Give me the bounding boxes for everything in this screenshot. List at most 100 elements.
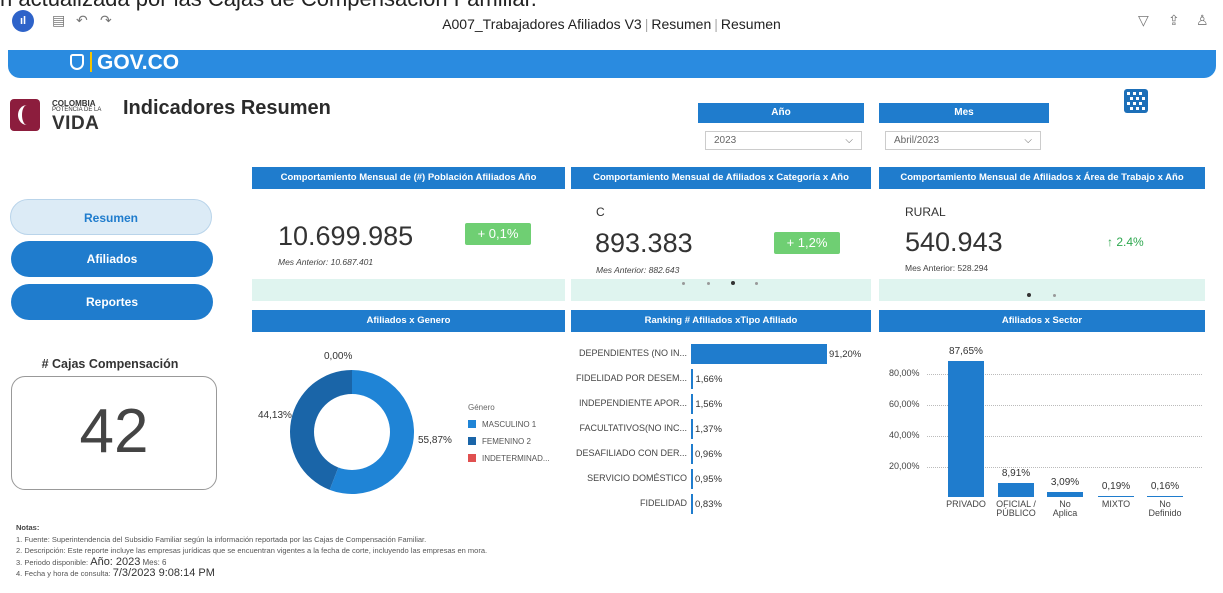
window-toolbar: ıl ▤ ↶ ↷ A007_Trabajadores Afiliados V3 |… <box>0 6 1223 42</box>
donut-label-left: 44,13% <box>258 410 292 421</box>
rank-bar[interactable] <box>691 469 693 489</box>
qr-code-icon[interactable] <box>1124 89 1148 113</box>
cajas-label: # Cajas Compensación <box>41 357 179 371</box>
genero-donut-chart[interactable] <box>290 370 414 494</box>
kpi-area-previous: Mes Anterior: 528.294 <box>905 263 989 273</box>
kpi-categoria-previous: Mes Anterior: 882.643 <box>596 265 680 275</box>
kpi-categoria-value: 893.383 <box>595 228 693 258</box>
rank-value: 0,83% <box>695 499 722 510</box>
legend-item-indeterminado[interactable]: INDETERMINAD... <box>468 454 550 463</box>
legend-item-masculino[interactable]: MASCULINO 1 <box>468 420 536 429</box>
kpi-poblacion-header: Comportamiento Mensual de (#) Población … <box>252 167 565 189</box>
note-1: 1. Fuente: Superintendencia del Subsidio… <box>16 534 427 544</box>
carousel-dot[interactable] <box>1053 294 1056 297</box>
rank-bar[interactable] <box>691 344 827 364</box>
rank-value: 1,66% <box>695 374 723 385</box>
rank-label: INDEPENDIENTE APOR... <box>578 398 687 408</box>
kpi-area-value: 540.943 <box>905 227 1003 257</box>
kpi-area-label: RURAL <box>905 205 946 219</box>
sector-bar[interactable] <box>1098 495 1134 497</box>
window-title: A007_Trabajadores Afiliados V3 | Resumen | R… <box>442 16 781 32</box>
gov-banner: GOV.CO <box>8 50 1216 78</box>
sector-bar[interactable] <box>998 483 1034 497</box>
kpi-categoria-header: Comportamiento Mensual de Afiliados x Ca… <box>571 167 871 189</box>
rank-label: DESAFILIADO CON DER... <box>575 448 687 458</box>
donut-label-right: 55,87% <box>418 435 452 446</box>
genero-legend-title: Género <box>468 403 495 412</box>
sector-category: No Aplica <box>1052 499 1078 518</box>
year-select[interactable]: 2023 ⌵ <box>705 131 862 150</box>
sector-bar[interactable] <box>948 361 984 497</box>
filter-icon[interactable]: ▽ <box>1138 12 1149 29</box>
sector-category: OFICIAL / PÚBLICO <box>996 499 1036 518</box>
nav-afiliados-button[interactable]: Afiliados <box>11 241 213 277</box>
sector-bar[interactable] <box>1147 495 1183 497</box>
rank-label: SERVICIO DOMÉSTICO <box>587 473 687 483</box>
rank-bar[interactable] <box>691 419 694 439</box>
y-tick: 20,00% <box>889 461 920 471</box>
breadcrumb-page[interactable]: Resumen <box>651 16 711 32</box>
kpi-strip <box>571 279 871 301</box>
share-icon[interactable]: ⇪ <box>1168 12 1180 29</box>
carousel-dot[interactable] <box>755 282 758 285</box>
colombia-logo-icon <box>10 99 40 131</box>
sector-value: 0,19% <box>1101 480 1131 492</box>
month-filter-label: Mes <box>879 103 1049 123</box>
note-3: 3. Periodo disponible: Año: 2023 Mes: 6 <box>16 555 167 568</box>
kpi-area-delta: ↑ 2.4% <box>1107 235 1144 249</box>
y-tick: 80,00% <box>889 368 920 378</box>
kpi-poblacion-value: 10.699.985 <box>278 221 414 251</box>
cajas-count: 42 <box>11 376 217 490</box>
nav-resumen-button[interactable]: Resumen <box>10 199 212 235</box>
rank-label: FIDELIDAD <box>639 498 687 508</box>
rank-bar[interactable] <box>691 494 693 514</box>
rank-bar[interactable] <box>691 444 693 464</box>
legend-item-femenino[interactable]: FEMENINO 2 <box>468 437 531 446</box>
sector-category: PRIVADO <box>946 499 986 509</box>
sector-header: Afiliados x Sector <box>879 310 1205 332</box>
sector-category: MIXTO <box>1101 499 1131 509</box>
rank-label: FIDELIDAD POR DESEM... <box>575 373 687 383</box>
kpi-categoria-delta: + 1,2% <box>774 232 840 254</box>
kpi-poblacion-previous: Mes Anterior: 10.687.401 <box>278 257 374 267</box>
rank-value: 1,56% <box>695 399 723 410</box>
sector-bar[interactable] <box>1047 492 1083 497</box>
rank-label: FACULTATIVOS(NO INC... <box>579 423 687 433</box>
y-tick: 40,00% <box>889 430 920 440</box>
ranking-bar-chart[interactable]: DEPENDIENTES (NO IN... 91,20% FIDELIDAD PO… <box>571 340 871 520</box>
breadcrumb-section[interactable]: Resumen <box>721 16 781 32</box>
page-title: Indicadores Resumen <box>123 97 331 119</box>
carousel-dot[interactable] <box>682 282 685 285</box>
rank-bar[interactable] <box>691 394 694 414</box>
y-tick: 60,00% <box>889 399 920 409</box>
sector-value: 0,16% <box>1150 480 1180 492</box>
month-select[interactable]: Abril/2023 ⌵ <box>885 131 1041 150</box>
notes-section: Notas: 1. Fuente: Superintendencia del S… <box>16 522 487 580</box>
rank-bar[interactable] <box>691 369 694 389</box>
legend-swatch <box>468 454 476 462</box>
chevron-down-icon: ⌵ <box>845 135 853 146</box>
brand-logo: COLOMBIA POTENCIA DE LA VIDA <box>10 97 110 135</box>
carousel-dot-active[interactable] <box>1027 293 1031 297</box>
rank-value: 1,37% <box>695 424 722 435</box>
user-icon[interactable]: ♙ <box>1196 12 1209 29</box>
note-2: 2. Descripción: Este reporte incluye las… <box>16 546 488 555</box>
year-filter-label: Año <box>698 103 864 123</box>
note-4: 4. Fecha y hora de consulta: 7/3/2023 9:… <box>16 567 215 579</box>
gov-logo[interactable]: GOV.CO <box>70 51 179 75</box>
shield-icon <box>70 54 84 70</box>
kpi-area-header: Comportamiento Mensual de Afiliados x Ár… <box>879 167 1205 189</box>
legend-swatch <box>468 437 476 445</box>
rank-value: 0,96% <box>695 449 722 460</box>
genero-donut-svg <box>290 370 414 494</box>
notes-title: Notas: <box>16 523 40 532</box>
donut-hole <box>314 394 390 470</box>
nav-reportes-button[interactable]: Reportes <box>11 284 213 320</box>
kpi-strip <box>879 279 1205 301</box>
carousel-dot-active[interactable] <box>731 281 735 285</box>
kpi-poblacion-delta: + 0,1% <box>465 223 531 245</box>
rank-value: 91,20% <box>829 349 862 360</box>
kpi-strip <box>252 279 565 301</box>
carousel-dot[interactable] <box>707 282 710 285</box>
sector-value: 8,91% <box>1001 468 1031 480</box>
